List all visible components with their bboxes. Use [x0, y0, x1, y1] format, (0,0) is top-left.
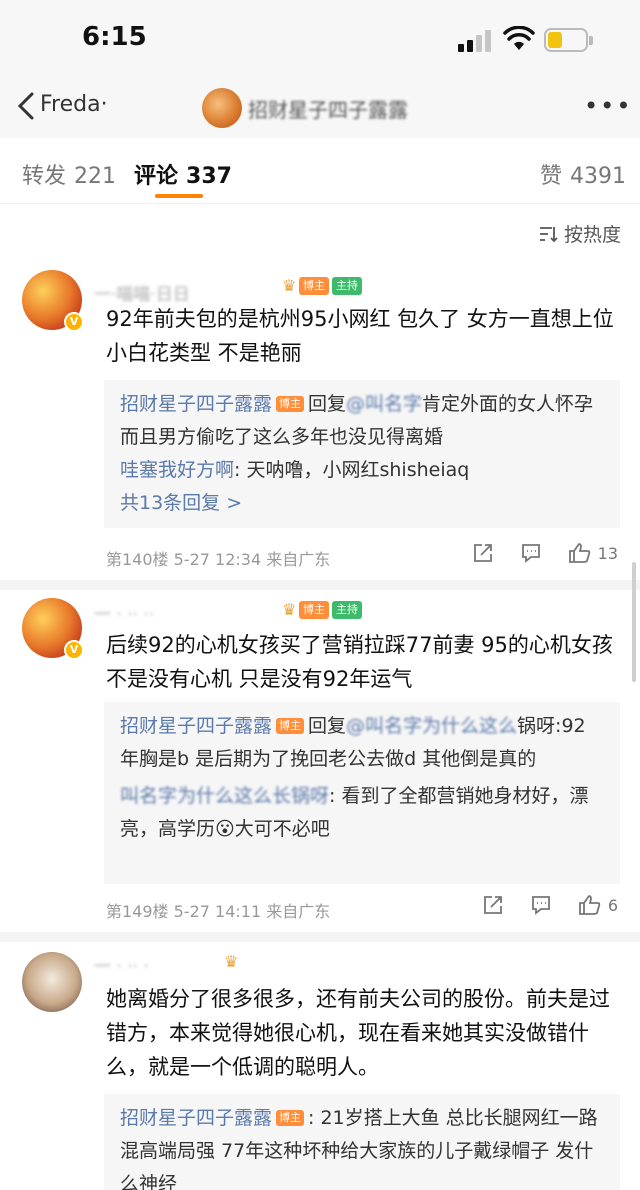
- like-button[interactable]: 6: [578, 894, 618, 916]
- comment-icon[interactable]: [520, 542, 542, 564]
- share-icon[interactable]: [482, 894, 504, 916]
- reply-box[interactable]: 招财星子四子露露 博主: 21岁搭上大鱼 总比长腿网红一路混高端局强 77年这种坏…: [104, 1094, 620, 1190]
- reply-target-blurred[interactable]: @叫名字: [346, 393, 422, 415]
- host-badge: 主持: [332, 277, 362, 295]
- reply-count-link[interactable]: 共13条回复 >: [120, 487, 604, 520]
- avatar[interactable]: [22, 952, 82, 1012]
- reply-prefix: 回复: [308, 393, 347, 415]
- nav-bar: Freda· 招财星子四子露露 •••: [0, 78, 640, 138]
- avatar[interactable]: V: [22, 598, 84, 660]
- comment-text: 后续92的心机女孩买了营销拉踩77前妻 95的心机女孩不是没有心机 只是没有92…: [106, 633, 613, 691]
- thumbs-up-icon: [568, 543, 590, 563]
- back-icon[interactable]: [12, 88, 42, 124]
- divider: [0, 580, 640, 590]
- blogger-tag: 博主: [276, 718, 305, 734]
- reply-item: 叫名字为什么这么长锅呀: 看到了全都营销她身材好，漂亮，高学历😮大可不必吧: [120, 785, 589, 840]
- wifi-icon: [503, 26, 535, 50]
- tab-comments-label: 评论: [134, 164, 179, 189]
- reply-author[interactable]: 招财星子四子露露: [120, 715, 272, 737]
- reply-box[interactable]: 招财星子四子露露 博主 回复@叫名字为什么这么锅呀:92年胸是b 是后期为了挽回老公…: [104, 702, 620, 884]
- author-avatar[interactable]: [202, 88, 242, 128]
- comment-meta: 第140楼 5-27 12:34 来自广东: [106, 550, 331, 569]
- reply-prefix: 回复: [308, 715, 347, 737]
- page-title: 招财星子四子露露: [248, 98, 408, 122]
- reply-item: 招财星子四子露露 博主 回复@叫名字肯定外面的女人怀孕 而且男方偷吃了这么多年也没见…: [120, 388, 604, 454]
- comment-actions: 13: [472, 542, 618, 564]
- tab-bar: 转发 221 评论 337 赞 4391: [0, 138, 640, 204]
- comment-text: 92年前夫包的是杭州95小网红 包久了 女方一直想上位 小白花类型 不是艳丽: [106, 307, 614, 365]
- reply-author[interactable]: 哇塞我好方啊: [120, 459, 234, 481]
- reply-box[interactable]: 招财星子四子露露 博主 回复@叫名字肯定外面的女人怀孕 而且男方偷吃了这么多年也没见…: [104, 380, 620, 528]
- reply-author[interactable]: 招财星子四子露露: [120, 1107, 272, 1129]
- reply-target-blurred[interactable]: @叫名字为什么这么: [346, 715, 517, 737]
- tab-reposts-count: 221: [74, 164, 117, 189]
- back-username[interactable]: Freda·: [40, 92, 108, 117]
- crown-icon: ♛: [282, 600, 297, 619]
- blogger-tag: 博主: [276, 1110, 305, 1126]
- reply-item: 哇塞我好方啊: 天呐噜，小网红shisheiaq: [120, 459, 470, 481]
- cellular-signal-icon: [458, 30, 492, 52]
- reply-item: 招财星子四子露露 博主 回复@叫名字为什么这么锅呀:92年胸是b 是后期为了挽回老公…: [120, 710, 604, 776]
- avatar[interactable]: V: [22, 270, 84, 332]
- status-bar: 6:15: [0, 0, 640, 78]
- divider: [0, 932, 640, 942]
- comment-icon[interactable]: [530, 894, 552, 916]
- comment-meta: 第149楼 5-27 14:11 来自广东: [106, 902, 331, 921]
- reply-text: 天呐噜，小网红shisheiaq: [246, 459, 470, 481]
- username-blurred[interactable]: 一 · ·· ··: [94, 600, 154, 625]
- like-count: 13: [597, 543, 618, 563]
- share-icon[interactable]: [472, 542, 494, 564]
- clock: 6:15: [82, 22, 147, 52]
- thumbs-up-icon: [578, 895, 601, 915]
- username-blurred[interactable]: 一 · ·· ·: [94, 952, 149, 977]
- like-button[interactable]: 13: [568, 542, 618, 564]
- more-icon[interactable]: •••: [584, 92, 632, 120]
- verified-icon: V: [64, 312, 84, 332]
- verified-icon: V: [64, 640, 84, 660]
- blogger-tag: 博主: [276, 396, 305, 412]
- like-count: 6: [607, 895, 618, 915]
- tab-likes[interactable]: 赞 4391: [540, 158, 626, 190]
- crown-icon: ♛: [224, 952, 239, 971]
- tab-reposts-label: 转发: [22, 164, 67, 189]
- scrollbar[interactable]: [632, 562, 636, 682]
- reply-author[interactable]: 招财星子四子露露: [120, 393, 272, 415]
- blogger-badge: 博主: [299, 601, 329, 619]
- host-badge: 主持: [332, 601, 362, 619]
- crown-icon: ♛: [282, 276, 297, 295]
- active-tab-indicator: [155, 194, 203, 198]
- sort-by-hot-button[interactable]: 按热度: [538, 220, 621, 247]
- comment-text: 她离婚分了很多很多，还有前夫公司的股份。前夫是过错方，本来觉得她很心机，现在看来…: [106, 987, 610, 1079]
- tab-likes-count: 4391: [570, 164, 627, 189]
- comment-actions: 6: [482, 894, 618, 916]
- sort-icon: [540, 226, 558, 242]
- battery-icon: [544, 28, 593, 52]
- sort-label: 按热度: [564, 224, 622, 246]
- reply-author[interactable]: 叫名字为什么这么长锅呀: [120, 785, 329, 807]
- tab-comments[interactable]: 评论 337: [134, 158, 232, 190]
- blogger-badge: 博主: [299, 277, 329, 295]
- tab-reposts[interactable]: 转发 221: [22, 158, 116, 190]
- tab-likes-label: 赞: [540, 164, 563, 189]
- reply-item: 招财星子四子露露 博主: 21岁搭上大鱼 总比长腿网红一路混高端局强 77年这种坏…: [120, 1102, 604, 1190]
- tab-comments-count: 337: [186, 164, 232, 189]
